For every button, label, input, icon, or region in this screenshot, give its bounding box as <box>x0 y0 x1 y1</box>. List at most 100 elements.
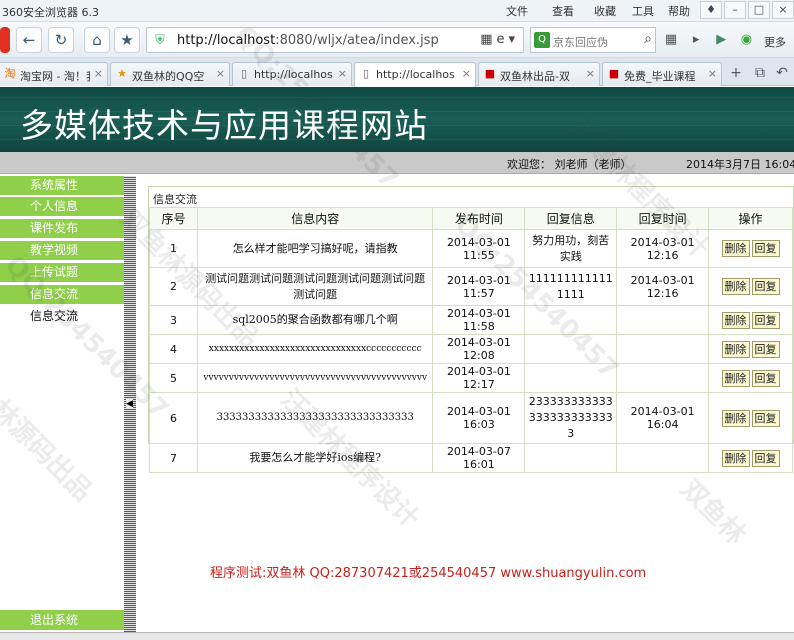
sidebar-splitter[interactable]: ◀ <box>124 176 136 640</box>
delete-button[interactable]: 删除 <box>721 340 750 358</box>
close-window-icon[interactable]: × <box>772 1 794 19</box>
minimize-icon[interactable]: – <box>724 1 746 19</box>
cell-reply-time: 2014-03-01 12:16 <box>616 229 710 268</box>
message-panel: 信息交流 序号 信息内容 发布时间 回复信息 回复时间 操作 1 怎么样才能吧学… <box>148 186 794 473</box>
play-icon[interactable]: ▶ <box>712 32 730 48</box>
close-icon[interactable]: × <box>586 67 595 80</box>
tab-label: 双鱼林的QQ空 <box>132 70 205 83</box>
cell-reply: 1111111111111111 <box>524 267 618 306</box>
sidebar-item-video[interactable]: 教学视频 <box>0 241 124 261</box>
search-engine-icon[interactable]: Q <box>534 32 550 48</box>
sidebar-item-personal[interactable]: 个人信息 <box>0 197 124 217</box>
close-icon[interactable]: × <box>216 67 225 80</box>
reply-button[interactable]: 回复 <box>751 340 780 358</box>
cell-reply-time: 2014-03-01 16:04 <box>616 392 710 444</box>
cell-actions: 删除 回复 <box>708 267 793 306</box>
search-input[interactable]: 京东回应伪 <box>553 34 633 50</box>
more-button[interactable]: 更多 <box>764 34 786 50</box>
menu-view[interactable]: 查看 <box>552 3 574 19</box>
close-icon[interactable]: × <box>338 67 347 80</box>
sidebar-item-system[interactable]: 系统属性 <box>0 176 124 196</box>
table-row: 2 测试问题测试问题测试问题测试问题测试问题测试问题 2014-03-01 11… <box>149 267 793 306</box>
skin-icon[interactable]: ♦ <box>700 1 722 19</box>
tab-list-icon[interactable]: ⧉ <box>750 64 770 84</box>
logout-button[interactable]: 退出系统 <box>0 610 124 630</box>
col-no: 序号 <box>149 207 198 230</box>
main-content: 信息交流 序号 信息内容 发布时间 回复信息 回复时间 操作 1 怎么样才能吧学… <box>136 176 794 640</box>
tab-taobao[interactable]: 淘 淘宝网 - 淘！我 × <box>0 62 108 86</box>
cell-content: xxxxxxxxxxxxxxxxxxxxxxxxxxxxxxxccccccccc… <box>196 334 434 364</box>
taobao-icon: 淘 <box>4 67 16 80</box>
back-icon[interactable]: ← <box>16 27 42 53</box>
tab-shuangyulin[interactable]: ■ 双鱼林出品-双 × <box>478 62 600 86</box>
favorite-star-icon[interactable]: ★ <box>114 27 140 53</box>
refresh-icon[interactable]: ↻ <box>48 27 74 53</box>
cell-reply <box>524 334 618 364</box>
reply-button[interactable]: 回复 <box>751 409 780 427</box>
col-content: 信息内容 <box>196 207 434 230</box>
cell-time: 2014-03-01 16:03 <box>432 392 526 444</box>
table-row: 6 3333333333333333333333333333333 2014-0… <box>149 392 793 444</box>
delete-button[interactable]: 删除 <box>721 449 750 467</box>
reply-button[interactable]: 回复 <box>751 369 780 387</box>
collapse-arrow-icon[interactable]: ◀ <box>126 399 133 409</box>
tab-free-course[interactable]: ■ 免费_毕业课程 × <box>602 62 722 86</box>
close-icon[interactable]: × <box>94 67 103 80</box>
tab-label: http://localhos <box>254 68 333 81</box>
cell-no: 3 <box>149 305 198 335</box>
sidebar-item-upload-test[interactable]: 上传试题 <box>0 263 124 283</box>
menu-favorites[interactable]: 收藏 <box>594 3 616 19</box>
address-tools-icon[interactable]: ▦e▾ <box>480 32 519 47</box>
tab-localhost-active[interactable]: ▯ http://localhos × <box>354 62 476 87</box>
delete-button[interactable]: 删除 <box>721 278 750 295</box>
grid-icon[interactable]: ▦ <box>662 32 680 48</box>
sidebar-subitem-messages[interactable]: 信息交流 <box>0 307 124 327</box>
reply-button[interactable]: 回复 <box>751 311 780 329</box>
col-reply-time: 回复时间 <box>616 207 710 230</box>
search-box[interactable]: Q 京东回应伪 ⌕ <box>530 27 656 53</box>
menu-file[interactable]: 文件 <box>506 3 528 19</box>
maximize-icon[interactable]: □ <box>748 1 770 19</box>
reply-button[interactable]: 回复 <box>751 449 780 467</box>
delete-button[interactable]: 删除 <box>721 311 750 329</box>
table-row: 3 sql2005的聚合函数都有哪几个啊 2014-03-01 11:58 删除… <box>149 305 793 335</box>
tab-label: 双鱼林出品-双 <box>500 70 570 83</box>
address-url[interactable]: http://localhost:8080/wljx/atea/index.js… <box>177 33 447 48</box>
menu-tools[interactable]: 工具 <box>632 3 654 19</box>
sidebar-item-messages[interactable]: 信息交流 <box>0 285 124 305</box>
col-reply: 回复信息 <box>524 207 618 230</box>
cell-reply <box>524 443 618 473</box>
cell-content: vvvvvvvvvvvvvvvvvvvvvvvvvvvvvvvvvvvvvvvv… <box>196 363 434 393</box>
table-row: 1 怎么样才能吧学习搞好呢，请指教 2014-03-01 11:55 努力用功，… <box>149 229 793 268</box>
search-icon[interactable]: ⌕ <box>644 31 652 47</box>
shield-plugin-icon[interactable]: ◉ <box>737 32 755 48</box>
sidebar-item-courseware[interactable]: 课件发布 <box>0 219 124 239</box>
menu-help[interactable]: 帮助 <box>668 3 690 19</box>
cell-content: 怎么样才能吧学习搞好呢，请指教 <box>196 229 434 268</box>
table-header-row: 序号 信息内容 发布时间 回复信息 回复时间 操作 <box>149 207 793 230</box>
cell-actions: 删除 回复 <box>708 363 793 393</box>
delete-button[interactable]: 删除 <box>721 240 750 257</box>
table-row: 5 vvvvvvvvvvvvvvvvvvvvvvvvvvvvvvvvvvvvvv… <box>149 363 793 393</box>
cell-reply: 2333333333333333333333333 <box>524 392 618 444</box>
home-icon[interactable]: ⌂ <box>84 27 110 53</box>
address-bar[interactable]: ⛨ http://localhost:8080/wljx/atea/index.… <box>146 27 524 53</box>
close-icon[interactable]: × <box>708 67 717 80</box>
tab-localhost-1[interactable]: ▯ http://localhos × <box>232 62 352 86</box>
arrow-icon[interactable]: ▸ <box>687 32 705 48</box>
delete-button[interactable]: 删除 <box>721 369 750 387</box>
tab-qq-space[interactable]: ★ 双鱼林的QQ空 × <box>110 62 230 86</box>
reply-button[interactable]: 回复 <box>751 240 780 257</box>
browser-logo-icon <box>0 27 10 53</box>
cell-no: 5 <box>149 363 198 393</box>
col-time: 发布时间 <box>432 207 526 230</box>
site-title: 多媒体技术与应用课程网站 <box>20 106 428 145</box>
close-icon[interactable]: × <box>462 67 471 80</box>
message-table: 序号 信息内容 发布时间 回复信息 回复时间 操作 1 怎么样才能吧学习搞好呢，… <box>149 207 793 473</box>
reply-button[interactable]: 回复 <box>751 278 780 295</box>
delete-button[interactable]: 删除 <box>721 409 750 427</box>
cell-time: 2014-03-01 11:58 <box>432 305 526 335</box>
page-icon: ▯ <box>240 67 248 80</box>
new-tab-icon[interactable]: + <box>726 64 746 84</box>
undo-close-icon[interactable]: ↶ <box>772 64 792 84</box>
